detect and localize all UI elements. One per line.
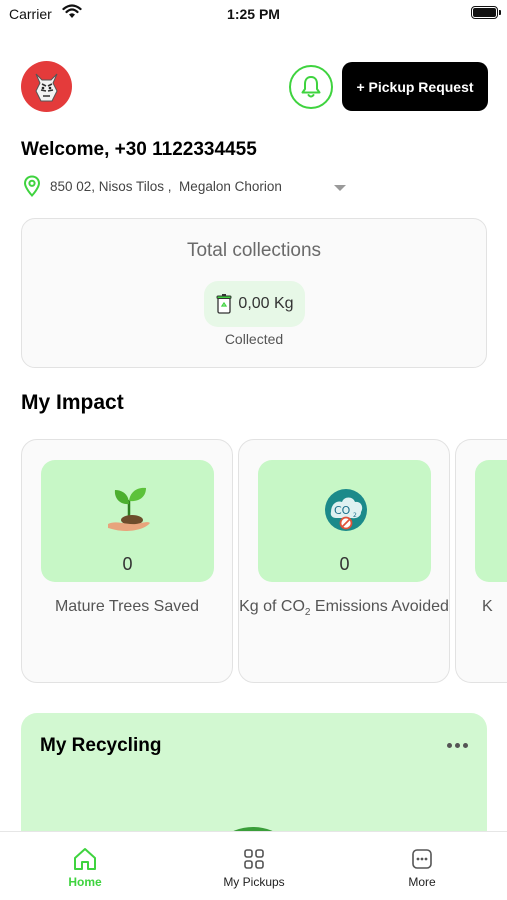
grid-icon xyxy=(244,849,264,869)
more-icon xyxy=(412,849,432,869)
impact-label-trees: Mature Trees Saved xyxy=(54,598,200,615)
nav-item-more[interactable]: More xyxy=(362,846,482,889)
nav-item-home[interactable]: Home xyxy=(25,846,145,889)
co2-icon: CO 2 xyxy=(325,489,367,531)
status-bar: Carrier 1:25 PM xyxy=(0,0,507,30)
total-collections-title: Total collections xyxy=(186,240,322,261)
collected-amount: 0,00 Kg xyxy=(238,295,294,312)
recycling-title: My Recycling xyxy=(40,735,162,756)
battery-icon xyxy=(471,6,501,19)
impact-card-co2[interactable]: CO 2 0 Kg of CO2 Emissions Avoided xyxy=(238,439,450,683)
chevron-down-icon[interactable] xyxy=(334,185,346,191)
impact-section-title: My Impact xyxy=(21,391,124,414)
welcome-text: Welcome, +30 1122334455 xyxy=(21,139,257,160)
co2-label-suffix: Emissions Avoided xyxy=(310,598,449,615)
impact-value-trees: 0 xyxy=(122,554,133,574)
impact-card-partial[interactable]: K xyxy=(455,439,507,683)
plant-icon xyxy=(108,487,150,531)
nav-label-my-pickups: My Pickups xyxy=(223,875,285,889)
svg-text:2: 2 xyxy=(353,512,357,519)
co2-label-prefix: Kg of CO xyxy=(239,598,305,615)
nav-item-my-pickups[interactable]: My Pickups xyxy=(194,846,314,889)
collected-caption: Collected xyxy=(224,331,284,347)
bottom-navigation: Home My Pickups More xyxy=(0,831,507,900)
location-pin-icon xyxy=(23,175,41,197)
impact-tile-partial xyxy=(475,460,507,582)
more-options-icon[interactable] xyxy=(447,743,468,748)
status-time: 1:25 PM xyxy=(227,6,280,22)
nav-label-more: More xyxy=(408,875,436,889)
notifications-button[interactable] xyxy=(289,65,333,109)
impact-card-trees[interactable]: 0 Mature Trees Saved xyxy=(21,439,233,683)
impact-value-co2: 0 xyxy=(339,554,350,574)
svg-text:CO: CO xyxy=(334,504,351,517)
impact-tile-trees: 0 xyxy=(41,460,214,582)
zebra-avatar-icon xyxy=(35,73,58,102)
nav-label-home: Home xyxy=(68,875,102,889)
impact-label-co2: Kg of CO2 Emissions Avoided xyxy=(239,594,449,625)
home-icon xyxy=(74,848,96,870)
pickup-request-button[interactable]: + Pickup Request xyxy=(342,62,488,111)
recycle-bin-icon xyxy=(216,294,232,314)
avatar[interactable] xyxy=(21,61,72,112)
impact-tile-co2: CO 2 0 xyxy=(258,460,431,582)
location-selector[interactable]: 850 02, Nisos Tilos , Megalon Chorion xyxy=(23,175,353,197)
location-text: 850 02, Nisos Tilos , Megalon Chorion xyxy=(50,178,282,194)
collected-amount-badge: 0,00 Kg xyxy=(204,281,305,327)
impact-label-partial: K xyxy=(482,598,493,615)
bell-icon xyxy=(301,76,321,98)
total-collections-card: Total collections 0,00 Kg Collected xyxy=(21,218,487,368)
